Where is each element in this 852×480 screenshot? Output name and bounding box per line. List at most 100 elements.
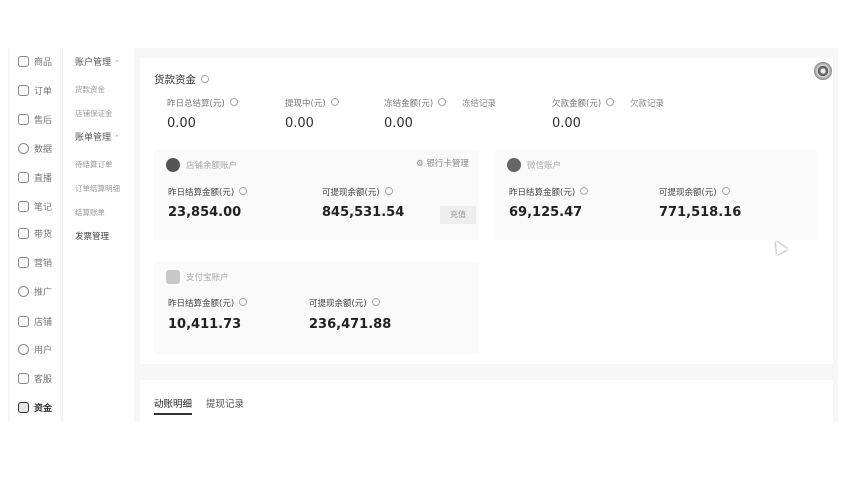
- info-icon[interactable]: [229, 98, 238, 106]
- tab-withdraw-record[interactable]: 提现记录: [206, 396, 244, 410]
- submenu-item-deposit[interactable]: 店铺保证金: [75, 108, 113, 119]
- service-icon: [18, 113, 29, 125]
- info-icon[interactable]: [721, 187, 730, 195]
- debt-record-link[interactable]: 欠款记录: [630, 97, 664, 109]
- info-icon[interactable]: [438, 98, 447, 106]
- nav-label: 店铺: [34, 317, 53, 328]
- info-icon[interactable]: [239, 187, 248, 195]
- submenu-bill-group[interactable]: 账单管理 ⌃: [75, 130, 120, 143]
- metric-value: 0.00: [167, 116, 196, 131]
- metric-label: 昨日总结算(元): [167, 99, 225, 109]
- nav-item-marketing[interactable]: 营销: [18, 253, 52, 271]
- shop-account-header: 店铺余额账户: [166, 158, 237, 172]
- funds-title: 货款资金: [154, 72, 209, 87]
- nav-label: 营销: [34, 258, 53, 269]
- submenu-head-label: 账户管理: [75, 58, 112, 68]
- info-icon[interactable]: [384, 187, 393, 195]
- submenu-item-invoice[interactable]: 发票管理: [75, 230, 109, 242]
- wechat-logo-icon: [507, 158, 521, 172]
- label-text: 可提现余额(元): [309, 299, 367, 309]
- tab-account-detail[interactable]: 动账明细: [154, 396, 192, 410]
- nav-item-promote[interactable]: 推广: [18, 282, 52, 300]
- live-icon: [18, 171, 29, 183]
- withdraw-value: 236,471.88: [309, 317, 392, 332]
- metric-label: 提现中(元): [285, 99, 326, 109]
- metric-yesterday-settle: 昨日总结算(元): [167, 97, 238, 109]
- nav-item-products[interactable]: 商品: [18, 52, 52, 70]
- people-icon: [18, 285, 29, 297]
- settle-value: 69,125.47: [509, 205, 583, 220]
- box-icon: [18, 55, 29, 67]
- metric-label: 冻结金额(元): [384, 99, 434, 109]
- info-icon[interactable]: [371, 298, 380, 306]
- nav-label: 订单: [34, 86, 53, 97]
- metric-debt: 欠款金额(元): [552, 97, 615, 109]
- nav-label: 笔记: [34, 202, 53, 213]
- wechat-account-card: 微信账户 昨日结算金额(元) 69,125.47 可提现余额(元) 771,51…: [495, 150, 817, 240]
- withdraw-label: 可提现余额(元): [322, 186, 393, 198]
- nav-item-data[interactable]: 数据: [18, 139, 52, 157]
- chevron-up-icon: ⌃: [113, 134, 120, 142]
- alipay-logo-icon: [166, 270, 180, 284]
- nav-item-shop[interactable]: 店铺: [18, 312, 52, 330]
- submenu-account-group[interactable]: 账户管理 ⌃: [75, 55, 120, 68]
- alipay-account-card: 支付宝账户 昨日结算金额(元) 10,411.73 可提现余额(元) 236,4…: [154, 262, 479, 354]
- nav-item-live[interactable]: 直播: [18, 168, 52, 186]
- nav-item-sales[interactable]: 带货: [18, 224, 52, 242]
- wechat-account-header: 微信账户: [507, 158, 561, 172]
- nav-label: 资金: [34, 403, 53, 414]
- info-icon[interactable]: [580, 187, 589, 195]
- metric-withdrawing: 提现中(元): [285, 97, 339, 109]
- nav-item-notes[interactable]: 笔记: [18, 197, 52, 215]
- info-icon[interactable]: [201, 75, 209, 83]
- submenu-head-label: 账单管理: [75, 133, 112, 143]
- funds-title-text: 货款资金: [154, 74, 196, 86]
- bank-link-label: 银行卡管理: [426, 159, 469, 169]
- withdraw-value: 845,531.54: [322, 205, 405, 220]
- metric-label: 欠款金额(元): [552, 99, 602, 109]
- chevron-up-icon: ⌃: [113, 59, 120, 67]
- bank-card-manage-link[interactable]: ⚙ 银行卡管理: [416, 157, 469, 169]
- nav-label: 推广: [34, 287, 53, 298]
- account-name: 店铺余额账户: [186, 161, 238, 171]
- freeze-record-link[interactable]: 冻结记录: [462, 97, 496, 109]
- withdraw-label: 可提现余额(元): [309, 297, 380, 309]
- submenu-item-pending-orders[interactable]: 待结算订单: [75, 159, 113, 170]
- recharge-button[interactable]: 充值: [440, 206, 476, 224]
- info-icon[interactable]: [606, 98, 615, 106]
- info-icon[interactable]: [239, 298, 248, 306]
- metric-value: 0.00: [552, 116, 581, 131]
- avatar[interactable]: [814, 62, 832, 80]
- settle-label: 昨日结算金额(元): [168, 297, 248, 309]
- submenu-item-settlement-bill[interactable]: 结算账单: [75, 207, 105, 218]
- label-text: 昨日结算金额(元): [509, 188, 576, 198]
- submenu-item-settlement-detail[interactable]: 订单结算明细: [75, 183, 120, 194]
- nav-label: 数据: [34, 144, 53, 155]
- nav-label: 售后: [34, 115, 53, 126]
- submenu-item-payment-funds[interactable]: 货款资金: [75, 84, 105, 95]
- detail-tabs: 动账明细 提现记录: [140, 380, 833, 422]
- withdraw-value: 771,518.16: [659, 205, 742, 220]
- metric-frozen: 冻结金额(元): [384, 97, 447, 109]
- settle-label: 昨日结算金额(元): [168, 186, 248, 198]
- chat-icon: [18, 372, 29, 384]
- nav-item-users[interactable]: 用户: [18, 340, 52, 358]
- nav-label: 直播: [34, 173, 53, 184]
- lock-icon: [18, 227, 29, 239]
- chart-icon: [18, 142, 29, 154]
- account-name: 支付宝账户: [186, 273, 229, 283]
- alipay-account-header: 支付宝账户: [166, 270, 229, 284]
- info-icon[interactable]: [330, 98, 339, 106]
- settle-label: 昨日结算金额(元): [509, 186, 589, 198]
- label-text: 可提现余额(元): [322, 188, 380, 198]
- user-icon: [18, 343, 29, 355]
- nav-item-service[interactable]: 客服: [18, 369, 52, 387]
- funds-panel: 货款资金 昨日总结算(元) 0.00 提现中(元) 0.00 冻结金额(元) 0…: [140, 58, 833, 364]
- nav-item-funds[interactable]: 资金: [18, 398, 52, 416]
- withdraw-label: 可提现余额(元): [659, 186, 730, 198]
- nav-item-orders[interactable]: 订单: [18, 81, 52, 99]
- label-text: 昨日结算金额(元): [168, 188, 235, 198]
- account-name: 微信账户: [527, 161, 562, 171]
- book-icon: [18, 200, 29, 212]
- nav-item-aftersale[interactable]: 售后: [18, 110, 52, 128]
